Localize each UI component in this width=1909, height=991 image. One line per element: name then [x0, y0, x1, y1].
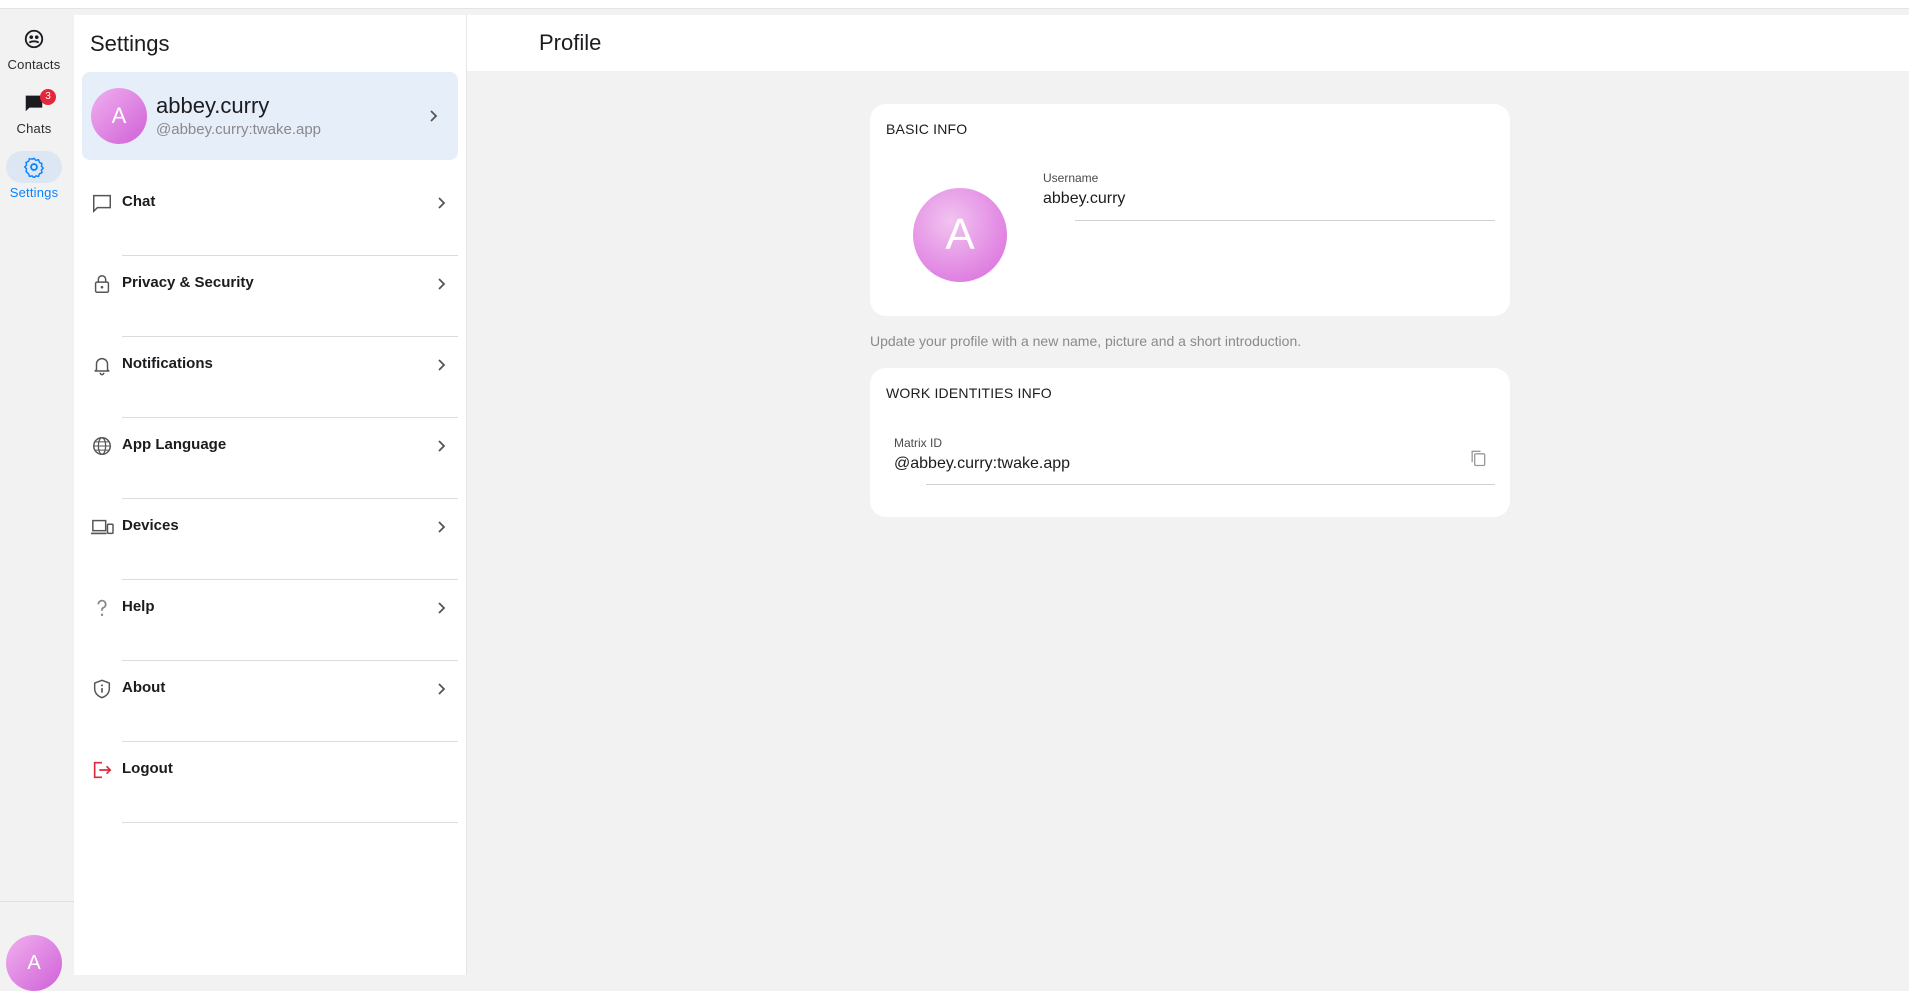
chevron-right-icon — [422, 105, 444, 127]
profile-name: abbey.curry — [156, 93, 270, 118]
gear-icon — [6, 151, 62, 183]
chevron-right-icon — [430, 192, 452, 214]
chevron-right-icon — [430, 435, 452, 457]
bell-icon — [90, 353, 114, 377]
rail-item-contacts[interactable]: Contacts — [0, 23, 68, 72]
settings-item-label: Help — [122, 598, 155, 615]
divider — [122, 822, 458, 823]
avatar: A — [91, 88, 147, 144]
settings-title: Settings — [90, 31, 170, 56]
profile-mxid: @abbey.curry:twake.app — [156, 121, 322, 138]
rail-label-chats: Chats — [16, 121, 52, 136]
shield-info-icon — [90, 677, 114, 701]
lock-icon — [90, 272, 114, 296]
settings-item-devices[interactable]: Devices — [74, 499, 466, 580]
help-icon — [90, 596, 114, 620]
settings-item-app-language[interactable]: App Language — [74, 418, 466, 499]
avatar[interactable]: A — [913, 188, 1007, 282]
settings-item-about[interactable]: About — [74, 661, 466, 742]
username-label: Username — [1043, 171, 1099, 185]
work-identities-card: WORK IDENTITIES INFO Matrix ID @abbey.cu… — [870, 368, 1510, 517]
globe-icon — [90, 434, 114, 458]
settings-item-label: Notifications — [122, 355, 213, 372]
profile-header: Profile — [467, 15, 1909, 71]
contacts-icon — [6, 23, 62, 55]
username-field[interactable]: abbey.curry — [1043, 190, 1125, 208]
rail-item-settings[interactable]: Settings — [0, 151, 68, 200]
settings-item-logout[interactable]: Logout — [74, 742, 466, 823]
rail-label-settings: Settings — [9, 185, 59, 200]
chevron-right-icon — [430, 516, 452, 538]
settings-item-label: Privacy & Security — [122, 274, 254, 291]
profile-card[interactable]: A abbey.curry @abbey.curry:twake.app — [82, 72, 458, 160]
username-underline — [1075, 220, 1495, 221]
settings-item-notifications[interactable]: Notifications — [74, 337, 466, 418]
rail-divider — [0, 901, 74, 902]
matrix-id-label: Matrix ID — [894, 436, 942, 450]
settings-item-label: App Language — [122, 436, 227, 453]
section-title: WORK IDENTITIES INFO — [886, 385, 1052, 401]
settings-item-label: Devices — [122, 517, 179, 534]
chevron-right-icon — [430, 273, 452, 295]
settings-item-label: About — [122, 679, 166, 696]
chevron-right-icon — [430, 597, 452, 619]
devices-icon — [90, 515, 114, 539]
copy-icon[interactable] — [1466, 446, 1490, 470]
settings-item-help[interactable]: Help — [74, 580, 466, 661]
rail-label-contacts: Contacts — [7, 57, 61, 72]
profile-hint: Update your profile with a new name, pic… — [870, 333, 1302, 349]
chevron-right-icon — [430, 678, 452, 700]
matrix-id-underline — [926, 484, 1495, 485]
settings-item-chat[interactable]: Chat — [74, 175, 466, 256]
avatar[interactable]: A — [6, 935, 62, 991]
chat-bubble-icon — [90, 191, 114, 215]
page-title: Profile — [539, 30, 602, 55]
settings-item-label: Chat — [122, 193, 156, 210]
basic-info-card: BASIC INFO A Username abbey.curry — [870, 104, 1510, 316]
profile-text: abbey.curry @abbey.curry:twake.app — [156, 92, 422, 140]
settings-item-label: Logout — [122, 760, 173, 777]
window-top-bar — [0, 0, 1909, 9]
unread-badge: 3 — [40, 89, 56, 105]
rail-item-chats[interactable]: 3 Chats — [0, 87, 68, 136]
chevron-right-icon — [430, 354, 452, 376]
navigation-rail: Contacts 3 Chats Settings A — [0, 15, 74, 991]
logout-icon — [90, 758, 114, 782]
settings-panel: Settings A abbey.curry @abbey.curry:twak… — [74, 15, 467, 975]
section-title: BASIC INFO — [886, 121, 968, 137]
matrix-id-field: @abbey.curry:twake.app — [894, 455, 1071, 472]
settings-menu: Chat Privacy & Security Notifications Ap… — [74, 175, 466, 823]
settings-item-privacy-security[interactable]: Privacy & Security — [74, 256, 466, 337]
chat-icon: 3 — [6, 87, 62, 119]
